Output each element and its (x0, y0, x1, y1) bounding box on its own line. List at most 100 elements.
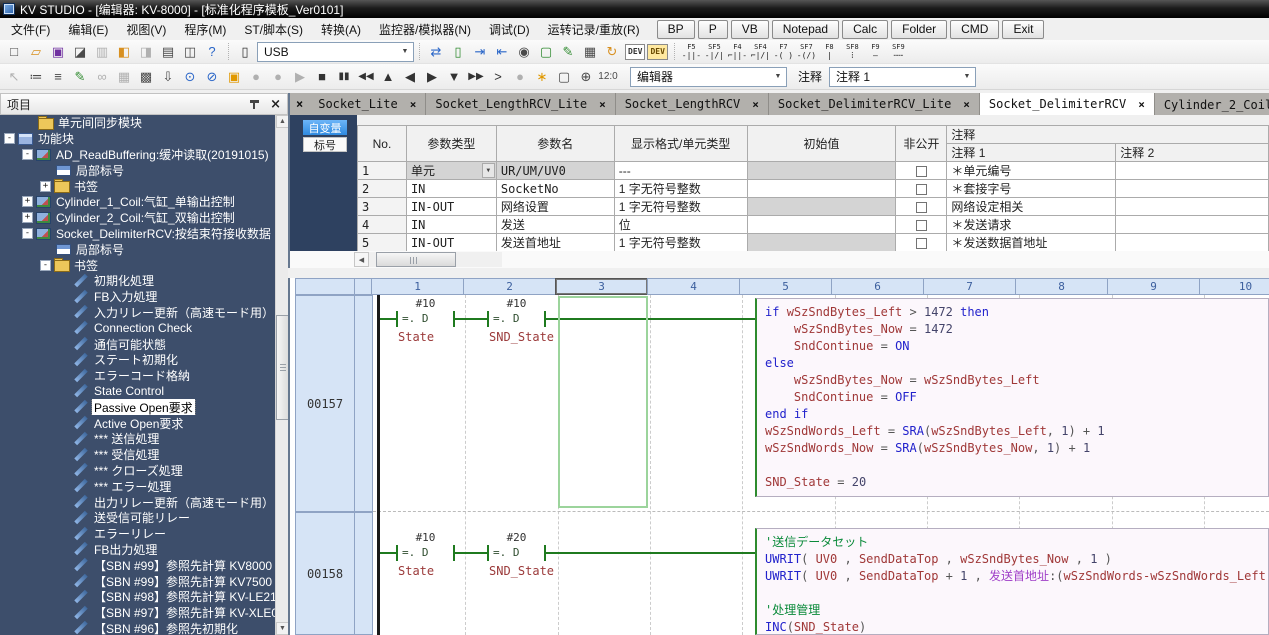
comment1-cell[interactable]: ＊套接字号 (947, 180, 1116, 198)
table-row[interactable]: 1 单元 ▼ UR/UM/UV0 --- ＊单元编号 (358, 162, 1269, 180)
document-tab[interactable]: Socket_DelimiterRCV_Lite × (769, 93, 980, 115)
chevron-down-icon[interactable]: ▼ (482, 163, 495, 178)
tree-expander[interactable]: - (4, 133, 15, 144)
document-tab[interactable]: Cylinder_2_Coil(只读) × (1155, 93, 1269, 115)
comment2-cell[interactable] (1116, 216, 1269, 234)
step-over-button[interactable]: > (487, 67, 509, 87)
private-checkbox[interactable] (916, 238, 927, 249)
tree-item[interactable]: エラーリレー (0, 526, 288, 542)
compare-contact[interactable]: #10 =. D State (396, 297, 455, 347)
format-cell[interactable]: --- (614, 162, 747, 180)
tree-item[interactable]: - Socket_DelimiterRCV:按结束符接收数据 (0, 226, 288, 242)
initial-value-cell[interactable] (747, 162, 896, 180)
initial-value-cell[interactable] (747, 198, 896, 216)
tree-item[interactable]: 【SBN #96】参照先初期化 (0, 621, 288, 635)
new-project-icon[interactable]: □ (3, 42, 25, 62)
tree-item[interactable]: + Cylinder_1_Coil:气缸_单输出控制 (0, 194, 288, 210)
compare-contact[interactable]: #10 =. D SND_State (487, 297, 546, 347)
tab-arguments[interactable]: 自变量 (303, 120, 347, 135)
initial-value-cell[interactable] (747, 216, 896, 234)
menu-item[interactable]: 运转记录/重放(R) (539, 19, 649, 40)
menu-shortcut-button[interactable]: BP (657, 20, 695, 39)
document-tab[interactable]: Socket_LengthRCV_Lite × (426, 93, 615, 115)
fkey-sf5-contact-not[interactable]: SF5 -|/| (703, 41, 726, 62)
menu-shortcut-button[interactable]: P (698, 20, 728, 39)
pause-button[interactable]: ▮▮ (333, 67, 355, 87)
private-checkbox[interactable] (916, 184, 927, 195)
param-name-cell[interactable]: 网络设置 (496, 198, 614, 216)
send-to-plc-icon[interactable]: ⇥ (469, 42, 491, 62)
chevron-down-icon[interactable]: ▼ (959, 73, 975, 80)
monitor-warn-icon[interactable]: ▣ (223, 67, 245, 87)
ladder-column-header[interactable]: 7 (923, 278, 1016, 295)
initial-value-cell[interactable] (747, 180, 896, 198)
table-row[interactable]: 2 IN ▼ SocketNo 1 字无符号整数 ＊套接字号 (358, 180, 1269, 198)
fkey-sf9-hline-del[interactable]: SF9 ╌╌ (887, 41, 910, 62)
save-as-icon[interactable]: ◪ (69, 42, 91, 62)
menu-item[interactable]: 调试(D) (480, 19, 539, 40)
menu-shortcut-button[interactable]: VB (731, 20, 769, 39)
export-icon[interactable]: ◨ (135, 42, 157, 62)
tree-item[interactable]: 通信可能状態 (0, 336, 288, 352)
fkey-sf7-coil-not[interactable]: SF7 -(/) (795, 41, 818, 62)
save-project-icon[interactable]: ▣ (47, 42, 69, 62)
print-preview-icon[interactable]: ◫ (179, 42, 201, 62)
close-icon[interactable]: × (752, 98, 759, 111)
watch-window-icon[interactable]: ⊙ (179, 67, 201, 87)
document-tab[interactable]: Socket_DelimiterRCV × (980, 93, 1155, 115)
comment2-cell[interactable] (1116, 234, 1269, 252)
close-icon[interactable]: × (963, 98, 970, 111)
menu-item[interactable]: 编辑(E) (59, 19, 117, 40)
comment2-cell[interactable] (1116, 162, 1269, 180)
unit-block-icon[interactable]: ▩ (135, 67, 157, 87)
menu-shortcut-button[interactable]: Exit (1002, 20, 1044, 39)
monitor-mode-icon[interactable]: ▢ (535, 42, 557, 62)
tree-item[interactable]: 局部标号 (0, 241, 288, 257)
registration-monitor-icon[interactable]: ▦ (579, 42, 601, 62)
tree-item[interactable]: + Cylinder_2_Coil:气缸_双输出控制 (0, 210, 288, 226)
step-up-button[interactable]: ▲ (377, 67, 399, 87)
view-detail-icon[interactable]: ∞ (91, 67, 113, 87)
simulator-edit-icon[interactable]: ✎ (557, 42, 579, 62)
tree-item[interactable]: 【SBN #98】参照先計算 KV-LE21 (0, 589, 288, 605)
ladder-rung[interactable]: #10 =. D State #20 =. D SND_State '送信データ… (290, 512, 1269, 635)
monitor-device-icon[interactable]: ▯ (447, 42, 469, 62)
tree-item[interactable]: State Control (0, 384, 288, 400)
table-row[interactable]: 4 IN ▼ 发送 位 ＊发送请求 (358, 216, 1269, 234)
tree-scrollbar[interactable]: ▲ ▼ (275, 115, 288, 635)
ladder-column-header[interactable]: 1 (371, 278, 464, 295)
table-row[interactable]: 3 IN-OUT ▼ 网络设置 1 字无符号整数 网络设定相关 (358, 198, 1269, 216)
register-list-icon[interactable]: ≔ (25, 67, 47, 87)
chevron-down-icon[interactable]: ▼ (770, 73, 786, 80)
refresh-icon[interactable]: ↻ (601, 42, 623, 62)
step-forward-button[interactable]: ▶ (421, 67, 443, 87)
tree-expander[interactable]: - (22, 228, 33, 239)
ladder-column-header[interactable]: 3 (555, 278, 648, 295)
tree-item[interactable]: 单元间同步模块 (0, 115, 288, 131)
tree-item[interactable]: *** 送信処理 (0, 431, 288, 447)
param-type-cell[interactable]: IN ▼ (406, 180, 496, 198)
menu-shortcut-button[interactable]: CMD (950, 20, 999, 39)
param-type-cell[interactable]: IN-OUT ▼ (406, 234, 496, 252)
tab-labels[interactable]: 标号 (303, 137, 347, 152)
compare-contact[interactable]: #10 =. D State (396, 531, 455, 581)
private-checkbox[interactable] (916, 166, 927, 177)
record1-button[interactable]: ● (245, 67, 267, 87)
touch-probe-icon[interactable]: ⇩ (157, 67, 179, 87)
ladder-column-header[interactable]: 9 (1107, 278, 1200, 295)
fkey-f4-edge[interactable]: F4 ⌐||- (726, 41, 749, 62)
tree-item[interactable]: 出力リレー更新（高速モード用） (0, 494, 288, 510)
rung-number[interactable]: 00158 (295, 512, 355, 635)
dev-edit-button[interactable]: DEV (647, 44, 667, 60)
pin-icon[interactable] (249, 99, 260, 110)
comment2-cell[interactable] (1116, 180, 1269, 198)
editor-mode-combo[interactable]: 编辑器 ▼ (630, 67, 787, 87)
comment1-cell[interactable]: ＊单元编号 (947, 162, 1116, 180)
rung-number[interactable]: 00157 (295, 295, 355, 512)
comment1-cell[interactable]: 网络设定相关 (947, 198, 1116, 216)
tree-expander[interactable]: + (22, 212, 33, 223)
stopwatch-icon[interactable]: ⊕ (575, 67, 597, 87)
tree-expander[interactable]: + (40, 181, 51, 192)
document-tab[interactable]: Socket_LengthRCV × (616, 93, 769, 115)
script-box[interactable]: '送信データセットUWRIT( UV0 , SendDataTop , wSzS… (755, 528, 1269, 635)
